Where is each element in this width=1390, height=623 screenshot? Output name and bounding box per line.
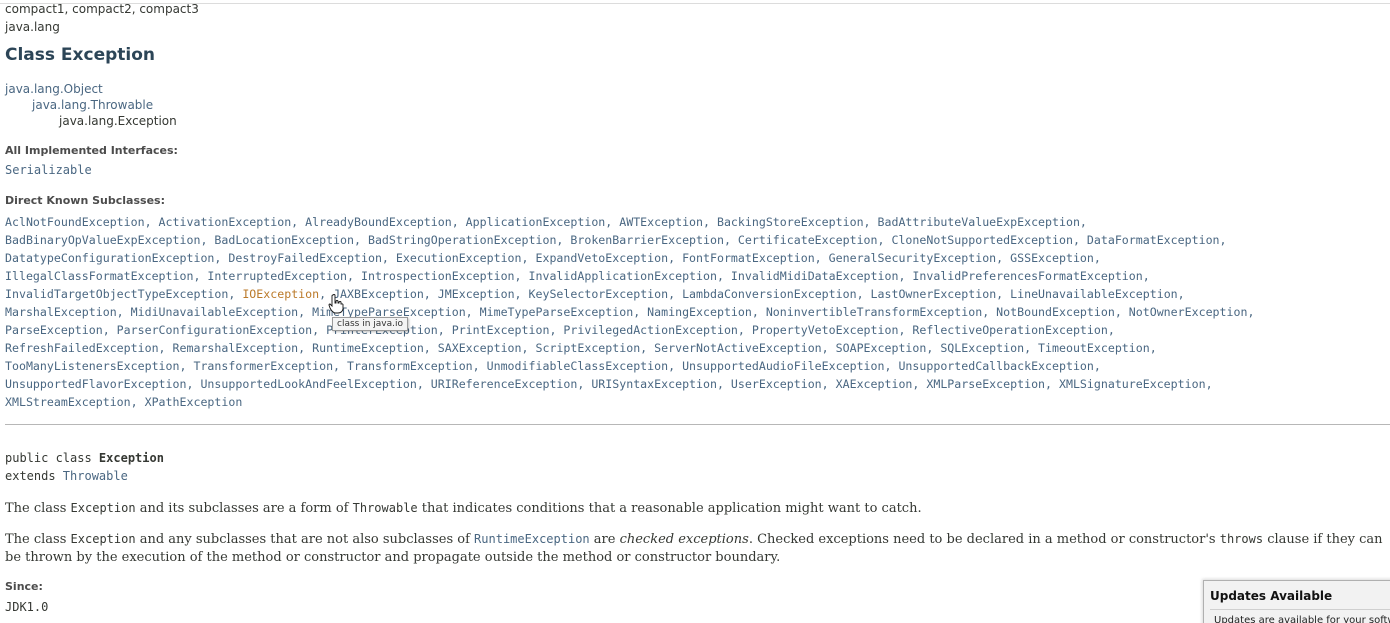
since-value: JDK1.0 [5,600,49,614]
subclass-line: InvalidTargetObjectTypeException, IOExce… [5,285,1390,303]
subclass-line[interactable]: XMLStreamException, XPathException [5,393,1390,411]
code: Exception [70,532,136,546]
subclass-line[interactable]: RefreshFailedException, RemarshalExcepti… [5,339,1390,357]
page-title: Class Exception [5,45,156,65]
inheritance-object-link[interactable]: java.lang.Object [5,82,103,96]
subclasses-heading: Direct Known Subclasses: [5,194,165,207]
decl-class-name: Exception [98,451,164,465]
notification-text: Updates are available for your softw [1214,615,1390,623]
runtimeexception-link[interactable]: RuntimeException [474,532,590,546]
code: Throwable [352,501,418,515]
description-paragraph-2: The class Exception and any subclasses t… [5,530,1385,567]
interface-serializable-link[interactable]: Serializable [5,163,92,177]
text: and its subclasses are a form of [135,501,353,516]
text: . Checked exceptions need to be declared… [748,532,1220,547]
text: and any subclasses that are not also sub… [135,532,475,547]
subclass-line[interactable]: ParseException, ParserConfigurationExcep… [5,321,1390,339]
subclass-line[interactable]: AclNotFoundException, ActivationExceptio… [5,213,1390,231]
text: that indicates conditions that a reasona… [417,501,922,516]
javadoc-page: compact1, compact2, compact3 java.lang C… [0,0,1390,623]
text: are [589,532,620,547]
updates-notification[interactable]: Updates Available Updates are available … [1203,580,1390,623]
subclass-link[interactable]: , JAXBException, JMException, KeySelecto… [319,287,1185,301]
ioexception-link[interactable]: IOException [242,287,319,301]
since-heading: Since: [5,580,43,593]
inheritance-current: java.lang.Exception [59,114,177,128]
interfaces-heading: All Implemented Interfaces: [5,144,178,157]
inheritance-throwable-link[interactable]: java.lang.Throwable [32,98,153,112]
package-label: java.lang [5,20,60,34]
emphasis: checked exceptions [619,532,749,547]
notification-title: Updates Available [1210,589,1333,603]
subclass-line[interactable]: DatatypeConfigurationException, DestroyF… [5,249,1390,267]
notification-divider [1210,609,1390,610]
top-divider [0,3,1390,4]
subclass-line[interactable]: TooManyListenersException, TransformerEx… [5,357,1390,375]
decl-extends: extends [5,469,63,483]
profiles-label: compact1, compact2, compact3 [5,2,199,16]
text: The class [5,532,71,547]
description-paragraph-1: The class Exception and its subclasses a… [5,499,1385,518]
code: throws [1219,532,1264,546]
subclass-link[interactable]: InvalidTargetObjectTypeException, [5,287,242,301]
hand-pointer-icon [328,294,344,314]
class-declaration: public class Exception [5,451,164,465]
text: The class [5,501,71,516]
code: Exception [70,501,136,515]
subclass-line[interactable]: UnsupportedFlavorException, UnsupportedL… [5,375,1390,393]
extends-declaration: extends Throwable [5,469,128,483]
throwable-link[interactable]: Throwable [63,469,128,483]
subclass-line[interactable]: MarshalException, MidiUnavailableExcepti… [5,303,1390,321]
subclass-line[interactable]: BadBinaryOpValueExpException, BadLocatio… [5,231,1390,249]
subclass-line[interactable]: IllegalClassFormatException, Interrupted… [5,267,1390,285]
link-tooltip: class in java.io [332,317,408,331]
subclass-list: AclNotFoundException, ActivationExceptio… [5,213,1390,411]
section-divider [5,424,1390,425]
decl-keywords: public class [5,451,99,465]
